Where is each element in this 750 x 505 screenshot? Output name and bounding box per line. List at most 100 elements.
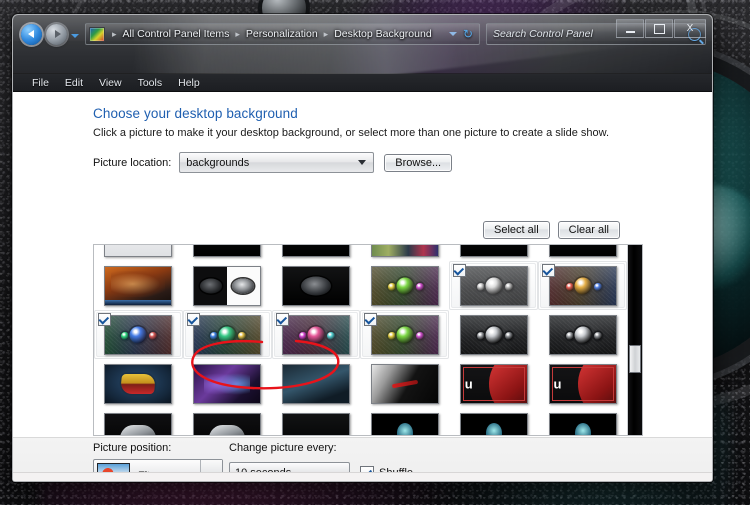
- thumbnail-image: [370, 265, 439, 306]
- thumbnail-color-glow: [194, 315, 261, 354]
- thumbnail-image: [370, 245, 439, 257]
- thumbnail-speaker-colored-2[interactable]: [538, 261, 627, 310]
- anime-character: [396, 422, 413, 435]
- maximize-button[interactable]: [645, 19, 673, 38]
- address-bar[interactable]: ▸ All Control Panel Items ▸ Personalizat…: [85, 23, 480, 45]
- thumbnail-speaker-dark-sketch[interactable]: [272, 261, 361, 310]
- thumbnail-checkbox[interactable]: [542, 264, 556, 277]
- superman-logo-icon: [120, 373, 157, 394]
- speaker-cone-icon: [232, 278, 255, 293]
- thumbnail-black-white-splash[interactable]: [360, 359, 449, 408]
- breadcrumb-desktop-background[interactable]: Desktop Background: [332, 27, 433, 41]
- breadcrumb-personalization[interactable]: Personalization: [244, 27, 320, 41]
- thumbnail-u-red-logo-2[interactable]: u: [538, 359, 627, 408]
- picture-location-select[interactable]: backgrounds: [179, 152, 375, 173]
- select-all-button[interactable]: Select all: [483, 221, 550, 239]
- thumbnail-color-strip[interactable]: [360, 245, 449, 261]
- thumbnail-art: [194, 245, 261, 256]
- minimize-button[interactable]: [616, 19, 644, 38]
- window-body: Choose your desktop background Click a p…: [13, 92, 712, 481]
- thumbnail-speaker-blue[interactable]: [182, 310, 272, 359]
- thumbnail-anime-girl-3[interactable]: [538, 408, 627, 435]
- thumbnail-checkbox[interactable]: [453, 264, 467, 277]
- speaker-cone-icon: [301, 276, 332, 295]
- menu-edit[interactable]: Edit: [58, 76, 90, 90]
- thumbnail-battlefield-desktop[interactable]: [94, 261, 183, 310]
- navigation-row: ▸ All Control Panel Items ▸ Personalizat…: [13, 15, 712, 48]
- thumbnail-mouse-photo-1[interactable]: [94, 408, 183, 435]
- thumbnail-image: [370, 363, 439, 404]
- thumbnail-checkbox[interactable]: [186, 313, 200, 326]
- menu-tools[interactable]: Tools: [131, 76, 170, 90]
- thumbnail-speaker-green[interactable]: [94, 310, 183, 359]
- thumbnail-image: [548, 314, 617, 355]
- thumbnail-image: [193, 412, 262, 435]
- thumbnail-dark-strip-1[interactable]: [183, 245, 272, 261]
- thumbnail-speaker-gold[interactable]: [360, 310, 450, 359]
- thumbnail-avatar-couple[interactable]: [183, 359, 272, 408]
- thumbnail-color-glow: [371, 266, 438, 305]
- thumbnail-avatar-group[interactable]: [272, 359, 361, 408]
- thumbnail-color-glow: [105, 315, 172, 354]
- menu-help[interactable]: Help: [171, 76, 207, 90]
- thumbnail-image: [548, 245, 617, 257]
- speaker-cone-icon: [476, 331, 485, 340]
- thumbnail-mouse-photo-2[interactable]: [183, 408, 272, 435]
- speaker-cone-icon: [565, 331, 574, 340]
- thumbnail-row: uu: [94, 359, 627, 408]
- thumbnail-u-red-logo-1[interactable]: u: [449, 359, 538, 408]
- thumbnail-dark-strip-2[interactable]: [272, 245, 361, 261]
- menu-view[interactable]: View: [92, 76, 129, 90]
- thumbnail-image: [193, 363, 262, 404]
- thumbnail-image: [104, 314, 173, 355]
- speaker-cone-icon: [574, 326, 592, 343]
- taskbar-strip: [105, 299, 172, 305]
- chevron-down-icon: [358, 160, 367, 165]
- thumbnail-scrollbar[interactable]: [627, 245, 642, 435]
- thumbnail-taskbar-strip-2[interactable]: [538, 245, 627, 261]
- thumbnail-speaker-colored-1[interactable]: [449, 261, 539, 310]
- thumbnail-art: [283, 413, 350, 435]
- thumbnail-checkbox[interactable]: [98, 313, 111, 326]
- menu-file[interactable]: File: [25, 76, 56, 90]
- thumbnail-anime-girl-2[interactable]: [449, 408, 538, 435]
- address-dropdown-icon[interactable]: [448, 32, 457, 36]
- menu-bar: File Edit View Tools Help: [13, 74, 712, 92]
- clear-all-button[interactable]: Clear all: [557, 221, 620, 239]
- browse-button[interactable]: Browse...: [384, 153, 453, 172]
- thumbnail-checkbox[interactable]: [275, 313, 289, 326]
- thumbnail-speaker-mono-2[interactable]: [538, 310, 627, 359]
- thumbnail-art: [283, 364, 350, 403]
- back-button[interactable]: [21, 23, 42, 45]
- scrollbar-track[interactable]: [629, 245, 641, 435]
- thumbnail-light-desktop-strip[interactable]: [94, 245, 183, 261]
- thumbnail-checkbox[interactable]: [364, 313, 378, 326]
- breadcrumb-all-control-panel-items[interactable]: All Control Panel Items: [121, 27, 232, 41]
- thumbnail-superman-logo[interactable]: [94, 359, 183, 408]
- thumbnail-anime-girl-1[interactable]: [360, 408, 449, 435]
- thumbnail-image: [282, 265, 351, 306]
- thumbnail-image: [548, 412, 617, 435]
- forward-button[interactable]: [46, 23, 67, 45]
- thumbnail-row: [94, 310, 627, 359]
- close-button[interactable]: X: [674, 19, 706, 38]
- recent-pages-dropdown-icon[interactable]: [71, 34, 79, 38]
- thumbnail-speaker-grey[interactable]: [360, 261, 449, 310]
- anime-character: [485, 422, 502, 435]
- thumbnail-speaker-mono-1[interactable]: [449, 310, 538, 359]
- thumbnail-speaker-magenta[interactable]: [271, 310, 361, 359]
- speaker-cone-icon: [593, 331, 602, 340]
- refresh-icon[interactable]: ↻: [463, 28, 473, 40]
- thumbnail-speaker-black-white[interactable]: [183, 261, 272, 310]
- thumbnail-taskbar-strip-1[interactable]: [449, 245, 538, 261]
- status-bar: [13, 472, 712, 481]
- thumbnail-black-blank[interactable]: [272, 408, 361, 435]
- thumbnail-image: u: [548, 363, 617, 404]
- thumbnail-list[interactable]: uu: [93, 244, 643, 436]
- thumbnail-image: [193, 265, 262, 306]
- u-logo-text: u: [464, 376, 473, 391]
- u-logo-text: u: [553, 376, 562, 391]
- thumbnail-image: [104, 363, 173, 404]
- anime-character: [574, 422, 591, 435]
- scrollbar-thumb[interactable]: [629, 345, 641, 373]
